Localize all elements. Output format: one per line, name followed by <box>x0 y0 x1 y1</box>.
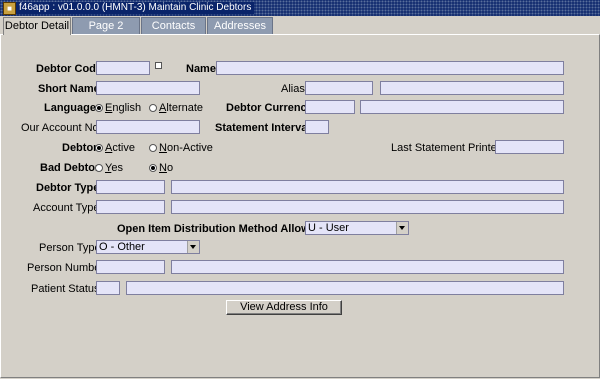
our-account-no-field[interactable] <box>96 120 200 134</box>
bad-debtor-yes-radio[interactable] <box>95 164 103 172</box>
debtor-active-label: Active <box>105 142 135 154</box>
open-item-distribution-value: U - User <box>308 222 349 234</box>
person-type-label: Person Type <box>39 242 101 254</box>
view-address-info-button[interactable]: View Address Info <box>226 300 342 315</box>
debtor-currency-field-2[interactable] <box>360 100 564 114</box>
debtor-currency-label: Debtor Currency <box>226 102 313 114</box>
open-item-distribution-label: Open Item Distribution Method Allowed <box>117 223 323 235</box>
alias-field[interactable] <box>305 81 373 95</box>
last-statement-printed-field[interactable] <box>495 140 564 154</box>
person-number-label: Person Number <box>27 262 105 274</box>
bad-debtor-no-radio[interactable] <box>149 164 157 172</box>
debtor-non-active-label: Non-Active <box>159 142 213 154</box>
tab-debtor-detail[interactable]: Debtor Detail <box>3 17 71 35</box>
short-name-field[interactable] <box>96 81 200 95</box>
bad-debtor-yes-label: Yes <box>105 162 123 174</box>
language-label: Language <box>44 102 96 114</box>
open-item-distribution-select[interactable]: U - User <box>305 221 409 235</box>
debtor-status-label: Debtor <box>62 142 98 154</box>
language-alternate-label: Alternate <box>159 102 204 114</box>
language-alternate-radio[interactable] <box>149 104 157 112</box>
language-english-label: English <box>105 102 142 114</box>
person-number-description-field[interactable] <box>171 260 564 274</box>
debtor-active-radio[interactable] <box>95 144 103 152</box>
chevron-down-icon[interactable] <box>396 222 408 234</box>
title-bar: ■ f46app : v01.0.0.0 (HMNT-3) Maintain C… <box>0 0 600 16</box>
bad-debtor-no-label: No <box>159 162 174 174</box>
debtor-currency-field[interactable] <box>305 100 355 114</box>
debtor-type-field[interactable] <box>96 180 165 194</box>
language-english-radio[interactable] <box>95 104 103 112</box>
name-label: Name <box>186 63 216 75</box>
statement-interval-label: Statement Interval <box>215 122 311 134</box>
chevron-down-icon[interactable] <box>187 241 199 253</box>
debtor-code-label: Debtor Code <box>36 63 102 75</box>
bad-debtor-label: Bad Debtor <box>40 162 100 174</box>
tab-contacts[interactable]: Contacts <box>141 17 206 34</box>
tab-page-2[interactable]: Page 2 <box>72 17 140 34</box>
debtor-type-label: Debtor Type <box>36 182 100 194</box>
window-title: f46app : v01.0.0.0 (HMNT-3) Maintain Cli… <box>16 2 255 14</box>
person-number-field[interactable] <box>96 260 165 274</box>
tab-bar: Debtor Detail Page 2 Contacts Addresses <box>0 17 600 35</box>
patient-status-field[interactable] <box>96 281 120 295</box>
debtor-type-description-field[interactable] <box>171 180 564 194</box>
account-type-field[interactable] <box>96 200 165 214</box>
name-field[interactable] <box>216 61 564 75</box>
debtor-code-lookup-checkbox[interactable] <box>155 62 162 69</box>
statement-interval-field[interactable] <box>305 120 329 134</box>
account-type-description-field[interactable] <box>171 200 564 214</box>
app-icon: ■ <box>3 2 16 15</box>
account-type-label: Account Type <box>33 202 100 214</box>
patient-status-label: Patient Status <box>31 283 100 295</box>
alias-label: Alias <box>281 83 305 95</box>
tab-addresses[interactable]: Addresses <box>207 17 273 34</box>
person-type-select[interactable]: O - Other <box>96 240 200 254</box>
person-type-value: O - Other <box>99 241 145 253</box>
short-name-label: Short Name <box>38 83 100 95</box>
patient-status-description-field[interactable] <box>126 281 564 295</box>
alias-field-2[interactable] <box>380 81 564 95</box>
our-account-no-label: Our Account No. <box>21 122 102 134</box>
last-statement-printed-label: Last Statement Printed <box>391 142 503 154</box>
debtor-non-active-radio[interactable] <box>149 144 157 152</box>
debtor-code-field[interactable] <box>96 61 150 75</box>
